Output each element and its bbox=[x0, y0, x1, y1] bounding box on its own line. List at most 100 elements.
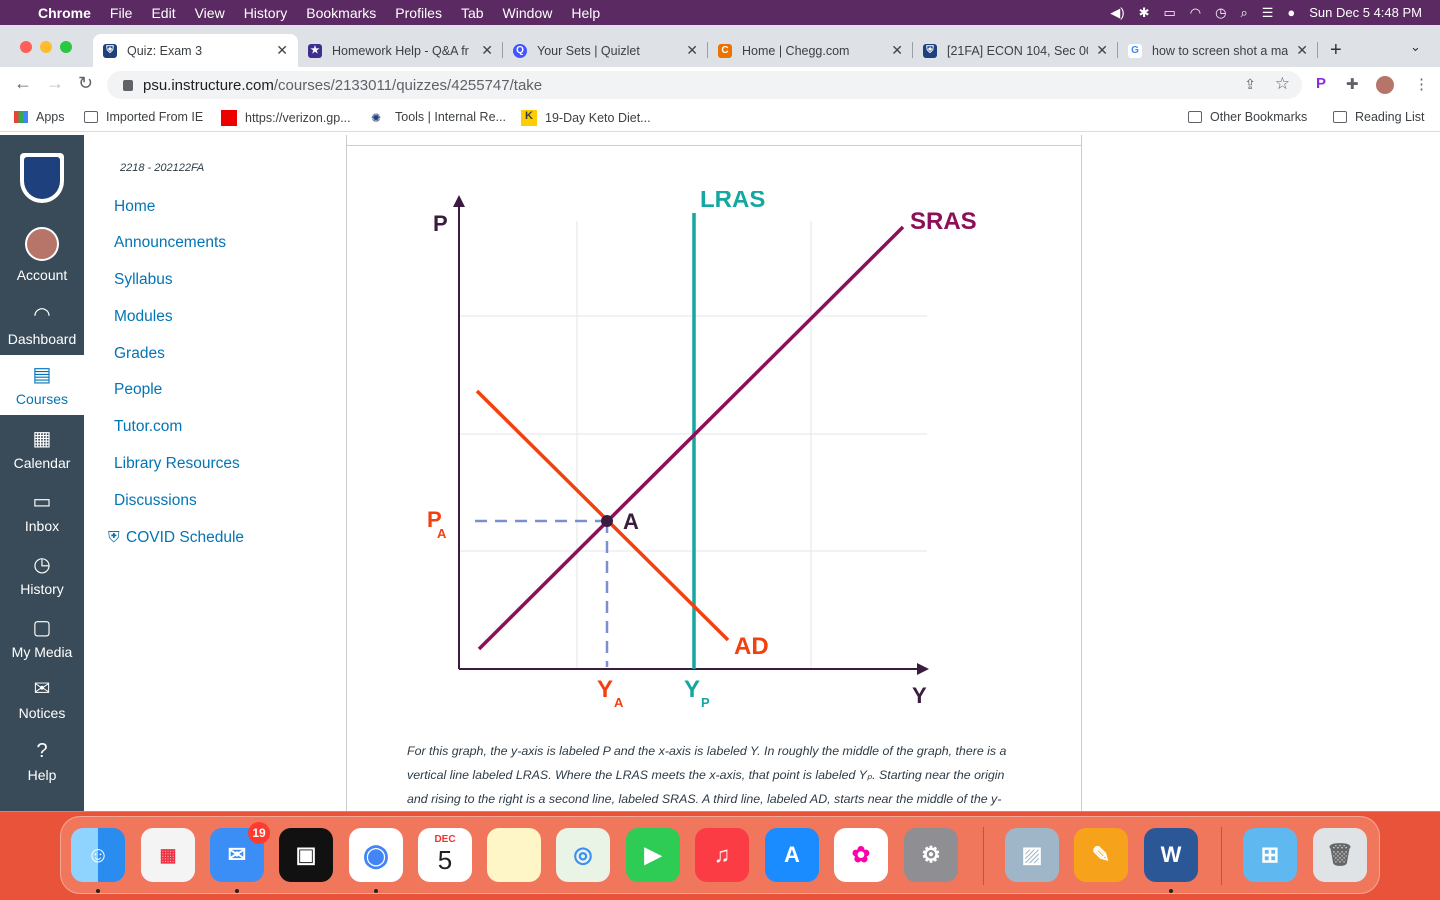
address-bar[interactable]: psu.instructure.com/courses/2133011/quiz… bbox=[107, 71, 1302, 99]
extensions-puzzle-icon[interactable]: ✚ bbox=[1346, 75, 1359, 93]
bookmark-label: https://verizon.gp... bbox=[245, 111, 351, 125]
nav-account[interactable]: Account bbox=[0, 227, 84, 283]
nav-calendar[interactable]: ▦ Calendar bbox=[0, 427, 84, 471]
bookmark-star-icon[interactable]: ☆ bbox=[1275, 74, 1290, 94]
tab-title: Your Sets | Quizlet bbox=[537, 43, 640, 58]
bluetooth-icon[interactable]: ✱ bbox=[1139, 5, 1150, 21]
bookmark-imported-from-ie[interactable]: Imported From IE bbox=[84, 110, 203, 124]
nav-history[interactable]: ◷ History bbox=[0, 553, 84, 597]
chrome-menu-icon[interactable]: ⋮ bbox=[1414, 75, 1429, 93]
menu-tab[interactable]: Tab bbox=[461, 5, 484, 21]
quiz-content: P Y LRAS SRAS AD A P A Y A Y P For this … bbox=[346, 135, 1082, 811]
bookmark-keto-diet[interactable]: K 19-Day Keto Diet... bbox=[521, 110, 651, 126]
menubar-datetime[interactable]: Sun Dec 5 4:48 PM bbox=[1309, 5, 1422, 20]
bookmark-other-bookmarks[interactable]: Other Bookmarks bbox=[1188, 110, 1307, 124]
overflow-icon[interactable]: ▣ bbox=[279, 828, 333, 882]
course-link-home[interactable]: Home bbox=[114, 198, 155, 216]
psu-logo[interactable] bbox=[20, 153, 64, 203]
nav-notices[interactable]: ✉ Notices bbox=[0, 677, 84, 721]
preview-icon[interactable]: ▨ bbox=[1005, 828, 1059, 882]
downloads-folder-icon[interactable]: ⊞ bbox=[1243, 828, 1297, 882]
course-link-discussions[interactable]: Discussions bbox=[114, 492, 197, 510]
nav-my-media[interactable]: ▢ My Media bbox=[0, 616, 84, 660]
menu-chrome[interactable]: Chrome bbox=[38, 5, 91, 21]
menu-file[interactable]: File bbox=[110, 5, 133, 21]
tab-homework-help[interactable]: ★ Homework Help - Q&A fr ✕ bbox=[298, 34, 503, 67]
spotlight-search-icon[interactable]: ⌕ bbox=[1240, 5, 1247, 21]
tab-search-chevron-icon[interactable]: ⌄ bbox=[1410, 39, 1421, 55]
notes-icon[interactable] bbox=[487, 828, 541, 882]
course-link-library-resources[interactable]: Library Resources bbox=[114, 455, 240, 473]
share-icon[interactable]: ⇪ bbox=[1244, 76, 1256, 93]
reading-list[interactable]: Reading List bbox=[1333, 110, 1425, 124]
photos-icon[interactable]: ✿ bbox=[834, 828, 888, 882]
close-window-button[interactable] bbox=[20, 41, 32, 53]
mail-icon[interactable]: ✉ 19 bbox=[210, 822, 270, 882]
reload-icon[interactable]: ↻ bbox=[78, 73, 93, 94]
course-link-covid-schedule[interactable]: COVID Schedule bbox=[126, 529, 244, 547]
tab-chegg[interactable]: C Home | Chegg.com ✕ bbox=[708, 34, 913, 67]
control-center-icon[interactable]: ☰ bbox=[1262, 5, 1274, 21]
course-link-grades[interactable]: Grades bbox=[114, 345, 165, 363]
battery-icon[interactable]: ▭ bbox=[1163, 5, 1175, 21]
course-link-people[interactable]: People bbox=[114, 381, 162, 399]
nav-help[interactable]: ? Help bbox=[0, 739, 84, 783]
nav-label: My Media bbox=[11, 644, 73, 660]
tab-quizlet[interactable]: Q Your Sets | Quizlet ✕ bbox=[503, 34, 708, 67]
trash-icon[interactable]: 🗑 bbox=[1313, 828, 1367, 882]
nav-label: Account bbox=[16, 267, 68, 283]
nav-dashboard[interactable]: ◠ Dashboard bbox=[0, 303, 84, 347]
course-link-announcements[interactable]: Announcements bbox=[114, 234, 226, 252]
facetime-icon[interactable]: ▶ bbox=[626, 828, 680, 882]
bookmark-verizon[interactable]: https://verizon.gp... bbox=[221, 110, 351, 126]
bookmark-label: Tools | Internal Re... bbox=[395, 110, 506, 124]
system-preferences-icon[interactable]: ⚙ bbox=[904, 828, 958, 882]
profile-extension-icon[interactable]: P bbox=[1316, 75, 1326, 92]
nav-inbox[interactable]: ▭ Inbox bbox=[0, 490, 84, 534]
course-link-tutor[interactable]: Tutor.com bbox=[114, 418, 182, 436]
music-icon[interactable]: ♫ bbox=[695, 828, 749, 882]
menu-history[interactable]: History bbox=[244, 5, 288, 21]
menu-window[interactable]: Window bbox=[503, 5, 553, 21]
menu-edit[interactable]: Edit bbox=[151, 5, 175, 21]
course-link-modules[interactable]: Modules bbox=[114, 308, 173, 326]
bookmark-tools-internal[interactable]: ✺ Tools | Internal Re... bbox=[371, 110, 506, 125]
minimize-window-button[interactable] bbox=[40, 41, 52, 53]
launchpad-icon[interactable]: ▦ bbox=[141, 828, 195, 882]
chrome-icon[interactable]: ◉ bbox=[349, 828, 403, 882]
close-tab-icon[interactable]: ✕ bbox=[1096, 42, 1108, 59]
calendar-app-icon[interactable]: DEC 5 bbox=[418, 828, 472, 882]
finder-icon[interactable]: ☺ bbox=[71, 828, 125, 882]
tab-quiz-exam[interactable]: ⛨ Quiz: Exam 3 ✕ bbox=[93, 34, 298, 67]
forward-arrow-icon[interactable]: → bbox=[46, 73, 64, 94]
apps-grid-icon bbox=[14, 111, 28, 123]
word-icon[interactable]: W bbox=[1144, 828, 1198, 882]
ya-subscript: A bbox=[614, 695, 624, 710]
close-tab-icon[interactable]: ✕ bbox=[686, 42, 698, 59]
profile-avatar[interactable] bbox=[1376, 76, 1394, 94]
course-link-syllabus[interactable]: Syllabus bbox=[114, 271, 173, 289]
zoom-window-button[interactable] bbox=[60, 41, 72, 53]
new-tab-button[interactable]: + bbox=[1330, 39, 1342, 62]
app-store-icon[interactable]: A bbox=[765, 828, 819, 882]
volume-icon[interactable]: ◀) bbox=[1110, 5, 1124, 21]
pages-icon[interactable]: ✎ bbox=[1074, 828, 1128, 882]
tab-google-search[interactable]: G how to screen shot a ma ✕ bbox=[1118, 34, 1318, 67]
close-tab-icon[interactable]: ✕ bbox=[1296, 42, 1308, 59]
maps-icon[interactable]: ◎ bbox=[556, 828, 610, 882]
menu-profiles[interactable]: Profiles bbox=[395, 5, 442, 21]
menu-view[interactable]: View bbox=[195, 5, 225, 21]
bookmark-apps[interactable]: Apps bbox=[14, 110, 65, 124]
nav-courses[interactable]: ▤ Courses bbox=[0, 355, 84, 415]
menu-bookmarks[interactable]: Bookmarks bbox=[306, 5, 376, 21]
close-tab-icon[interactable]: ✕ bbox=[276, 42, 288, 59]
lock-icon[interactable] bbox=[123, 79, 133, 91]
wifi-icon[interactable]: ◠ bbox=[1190, 5, 1201, 21]
menu-help[interactable]: Help bbox=[571, 5, 600, 21]
siri-icon[interactable]: ● bbox=[1287, 5, 1295, 20]
tab-econ-104[interactable]: ⛨ [21FA] ECON 104, Sec 00 ✕ bbox=[913, 34, 1118, 67]
close-tab-icon[interactable]: ✕ bbox=[891, 42, 903, 59]
close-tab-icon[interactable]: ✕ bbox=[481, 42, 493, 59]
back-arrow-icon[interactable]: ← bbox=[14, 73, 32, 94]
time-machine-icon[interactable]: ◷ bbox=[1215, 5, 1226, 21]
